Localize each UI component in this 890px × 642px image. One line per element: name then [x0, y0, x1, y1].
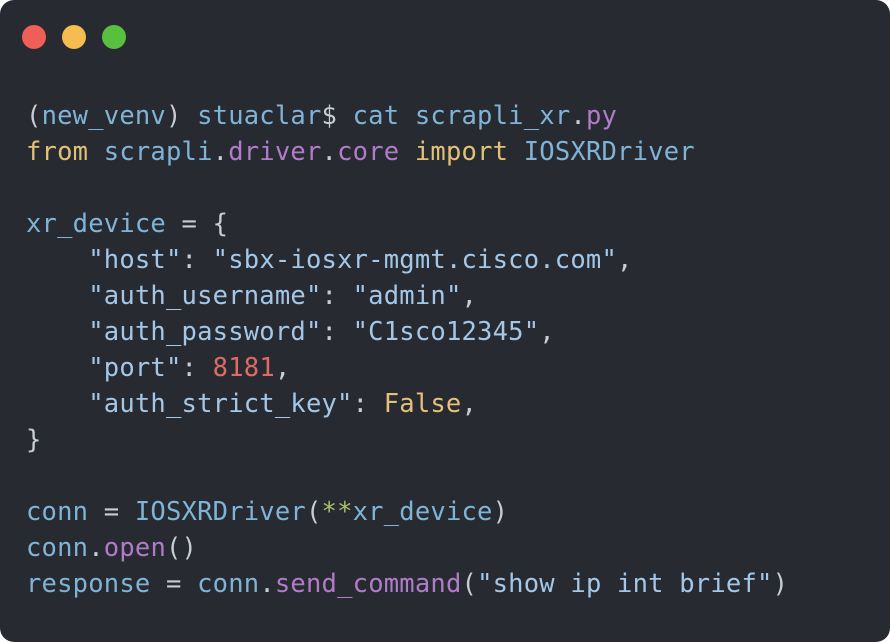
code-token: xr_device — [352, 497, 493, 527]
code-token: . — [570, 101, 586, 131]
code-token: send_command — [274, 569, 462, 599]
code-token: ( — [305, 497, 322, 527]
code-token: : — [321, 281, 353, 311]
code-token: . — [321, 137, 338, 167]
zoom-button[interactable] — [102, 25, 126, 49]
code-token: "C1sco12345" — [352, 317, 540, 347]
code-token: ( — [461, 569, 478, 599]
code-line: response = conn.send_command("show ip in… — [26, 566, 788, 602]
code-token: from — [26, 137, 104, 167]
code-token: open — [103, 533, 166, 563]
code-token: stuaclar — [197, 101, 322, 131]
code-token: core — [337, 137, 415, 167]
code-line: "auth_strict_key": False, — [26, 386, 788, 422]
code-token: : — [352, 389, 384, 419]
code-token: response — [26, 569, 166, 599]
code-token: scrapli_xr — [414, 101, 571, 131]
code-line: "auth_username": "admin", — [26, 278, 788, 314]
code-line: } — [26, 422, 788, 458]
code-token: ** — [321, 497, 353, 527]
code-token: = — [103, 497, 135, 527]
window-titlebar — [0, 0, 890, 72]
code-token: "host" — [88, 245, 182, 275]
code-token: import — [414, 137, 524, 167]
code-token: = — [165, 569, 198, 599]
code-token: "auth_password" — [88, 317, 322, 347]
code-token: { — [212, 209, 229, 239]
code-token: , — [617, 245, 633, 275]
code-token: ) — [772, 569, 789, 599]
code-token: xr_device — [26, 209, 182, 239]
code-token: scrapli — [103, 137, 213, 167]
code-token: conn — [26, 533, 89, 563]
code-token: = — [181, 209, 213, 239]
code-line: conn.open() — [26, 530, 788, 566]
code-line: conn = IOSXRDriver(**xr_device) — [26, 494, 788, 530]
code-token: cat — [352, 101, 415, 131]
code-token: () — [166, 533, 198, 563]
code-token: . — [212, 137, 229, 167]
code-token: , — [274, 353, 291, 383]
code-token: , — [461, 389, 478, 419]
code-token: 8181 — [212, 353, 275, 383]
code-token: IOSXRDriver — [134, 497, 306, 527]
code-token: "show ip int brief" — [477, 569, 773, 599]
code-token: False — [383, 389, 462, 419]
code-line: xr_device = { — [26, 206, 788, 242]
code-block: (new_venv) stuaclar$ cat scrapli_xr.py fr… — [26, 98, 788, 602]
code-token: $ — [321, 101, 353, 131]
minimize-button[interactable] — [62, 25, 86, 49]
code-line: "host": "sbx-iosxr-mgmt.cisco.com", — [26, 242, 788, 278]
code-token: ) — [165, 101, 198, 131]
code-token: conn — [197, 569, 260, 599]
code-token: : — [321, 317, 353, 347]
code-token: "admin" — [352, 281, 462, 311]
code-line: from scrapli.driver.core import IOSXRDri… — [26, 134, 788, 170]
close-button[interactable] — [22, 25, 46, 49]
code-token: ) — [492, 497, 509, 527]
code-line: "port": 8181, — [26, 350, 788, 386]
code-line: (new_venv) stuaclar$ cat scrapli_xr.py — [26, 98, 788, 134]
code-token: , — [461, 281, 478, 311]
code-token: . — [88, 533, 104, 563]
code-token: } — [26, 425, 42, 455]
code-token: "auth_strict_key" — [88, 389, 353, 419]
code-token: conn — [26, 497, 104, 527]
code-token: "auth_username" — [88, 281, 322, 311]
code-token: "sbx-iosxr-mgmt.cisco.com" — [212, 245, 618, 275]
terminal-window: (new_venv) stuaclar$ cat scrapli_xr.py fr… — [0, 0, 890, 642]
code-line: "auth_password": "C1sco12345", — [26, 314, 788, 350]
code-token: : — [181, 245, 213, 275]
code-token: new_venv — [41, 101, 166, 131]
code-token: ( — [26, 101, 42, 131]
code-token: , — [539, 317, 555, 347]
code-token: IOSXRDriver — [523, 137, 695, 167]
code-token: py — [585, 101, 618, 131]
code-token: . — [259, 569, 275, 599]
code-token: "port" — [88, 353, 182, 383]
code-token: : — [181, 353, 213, 383]
code-token: driver — [228, 137, 322, 167]
